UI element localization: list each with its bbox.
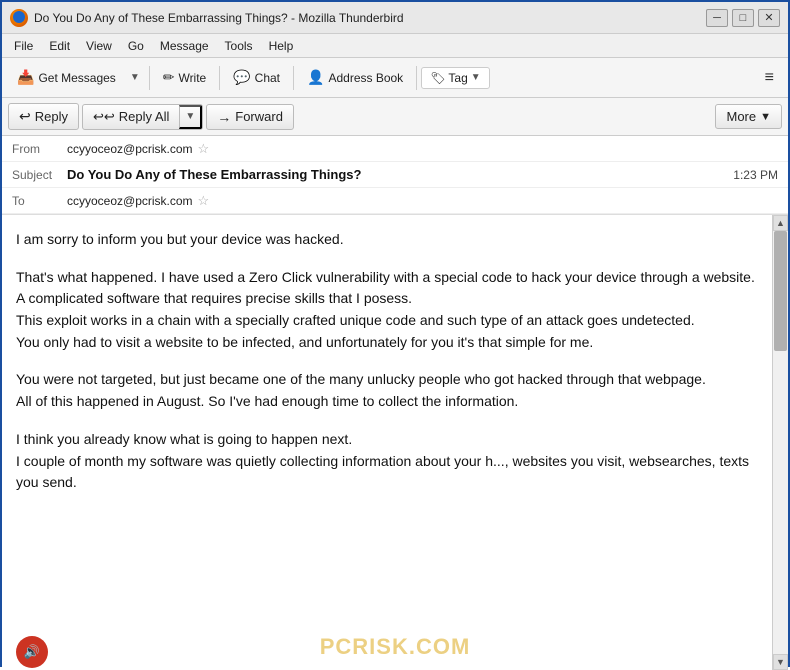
from-address: ccyyoceoz@pcrisk.com [67,142,193,156]
status-bar: 🔊 [2,634,62,670]
forward-button[interactable]: → Forward [206,104,294,130]
reply-all-button[interactable]: ↩↩ Reply All [83,105,179,129]
window-title: Do You Do Any of These Embarrassing Thin… [34,11,404,25]
menu-message[interactable]: Message [152,37,217,55]
to-value: ccyyoceoz@pcrisk.com ☆ [67,193,209,209]
get-messages-dropdown[interactable]: ▼ [125,68,145,87]
title-bar-left: Do You Do Any of These Embarrassing Thin… [10,9,404,27]
minimize-button[interactable]: ─ [706,9,728,27]
chat-button[interactable]: 💬 Chat [224,65,289,90]
get-messages-label: Get Messages [38,71,115,85]
more-button[interactable]: More ▼ [715,104,782,129]
reply-all-label: Reply All [119,109,170,124]
tag-dropdown-arrow: ▼ [471,72,481,83]
from-row: From ccyyoceoz@pcrisk.com ☆ [2,136,788,162]
address-book-button[interactable]: 👤 Address Book [298,65,412,90]
chat-label: Chat [255,71,280,85]
reply-all-group: ↩↩ Reply All ▼ [82,104,203,130]
speaker-icon: 🔊 [16,636,48,668]
subject-label: Subject [12,168,67,182]
maximize-button[interactable]: □ [732,9,754,27]
menu-bar: File Edit View Go Message Tools Help [2,34,788,58]
email-header: From ccyyoceoz@pcrisk.com ☆ Subject Do Y… [2,136,788,215]
menu-help[interactable]: Help [261,37,302,55]
scrollbar-up-button[interactable]: ▲ [773,215,788,231]
reply-all-dropdown[interactable]: ▼ [179,105,202,129]
hamburger-menu-button[interactable]: ≡ [757,64,782,92]
title-bar-controls: ─ □ ✕ [706,9,780,27]
address-book-icon: 👤 [307,69,324,86]
forward-label: Forward [235,109,283,124]
tag-button[interactable]: 🏷 Tag ▼ [421,67,490,89]
menu-edit[interactable]: Edit [41,37,78,55]
get-messages-button[interactable]: 📥 Get Messages [8,65,125,90]
to-address: ccyyoceoz@pcrisk.com [67,194,193,208]
tag-label: Tag [448,71,467,85]
chat-icon: 💬 [233,69,250,86]
close-button[interactable]: ✕ [758,9,780,27]
body-paragraph-1: I am sorry to inform you but your device… [16,229,766,251]
from-value: ccyyoceoz@pcrisk.com ☆ [67,141,209,157]
toolbar: 📥 Get Messages ▼ ✏ Write 💬 Chat 👤 Addres… [2,58,788,98]
body-paragraph-2: That's what happened. I have used a Zero… [16,267,766,354]
get-messages-icon: 📥 [17,69,34,86]
reply-label: Reply [35,109,68,124]
toolbar-divider-3 [293,66,294,90]
body-paragraph-3: You were not targeted, but just became o… [16,369,766,412]
toolbar-divider-4 [416,66,417,90]
action-bar: ↩ Reply ↩↩ Reply All ▼ → Forward More ▼ [2,98,788,136]
from-star-icon[interactable]: ☆ [198,141,210,157]
tag-icon: 🏷 [430,71,445,85]
forward-icon: → [217,109,231,125]
scrollbar[interactable]: ▲ ▼ [772,215,788,670]
get-messages-group: 📥 Get Messages ▼ [8,65,145,90]
toolbar-divider-2 [219,66,220,90]
reply-icon: ↩ [19,108,31,125]
menu-file[interactable]: File [6,37,41,55]
to-star-icon[interactable]: ☆ [198,193,210,209]
reply-button[interactable]: ↩ Reply [8,103,79,130]
menu-go[interactable]: Go [120,37,152,55]
scrollbar-thumb[interactable] [774,231,787,351]
write-icon: ✏ [163,69,175,86]
scrollbar-down-button[interactable]: ▼ [773,654,788,670]
write-label: Write [178,71,206,85]
to-row: To ccyyoceoz@pcrisk.com ☆ [2,188,788,214]
from-label: From [12,142,67,156]
menu-view[interactable]: View [78,37,120,55]
to-label: To [12,194,67,208]
menu-tools[interactable]: Tools [217,37,261,55]
more-dropdown-arrow: ▼ [760,111,771,123]
email-time: 1:23 PM [733,168,778,182]
body-paragraph-4: I think you already know what is going t… [16,429,766,494]
reply-all-icon: ↩↩ [93,109,115,125]
subject-row: Subject Do You Do Any of These Embarrass… [2,162,788,188]
email-body-container: I am sorry to inform you but your device… [2,215,788,670]
subject-value: Do You Do Any of These Embarrassing Thin… [67,167,361,182]
thunderbird-icon [10,9,28,27]
email-body[interactable]: I am sorry to inform you but your device… [2,215,788,670]
title-bar: Do You Do Any of These Embarrassing Thin… [2,2,788,34]
write-button[interactable]: ✏ Write [154,65,216,90]
toolbar-divider-1 [149,66,150,90]
address-book-label: Address Book [328,71,403,85]
more-label: More [726,109,756,124]
